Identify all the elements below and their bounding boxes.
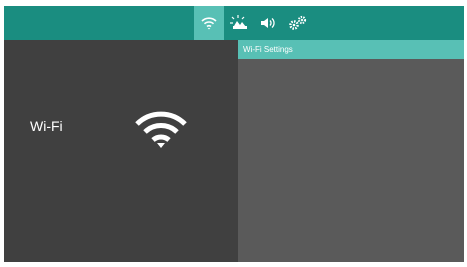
wifi-icon: [135, 111, 187, 148]
tab-sound[interactable]: [254, 6, 282, 40]
right-panel: Wi-Fi Settings: [238, 40, 464, 262]
left-panel: Wi-Fi: [4, 40, 238, 262]
wifi-icon: [201, 17, 217, 30]
tv-settings-screen: Wi-Fi Wi-Fi Settings: [4, 6, 464, 262]
tab-display[interactable]: [226, 6, 252, 40]
speaker-icon: [261, 18, 275, 28]
tab-settings[interactable]: [284, 6, 312, 40]
tab-wifi[interactable]: [194, 6, 224, 40]
wifi-label: Wi-Fi: [30, 118, 63, 134]
brightness-icon: [230, 15, 247, 29]
top-bar: [4, 6, 464, 40]
gears-icon: [289, 15, 307, 30]
wifi-settings-header[interactable]: Wi-Fi Settings: [238, 40, 464, 59]
